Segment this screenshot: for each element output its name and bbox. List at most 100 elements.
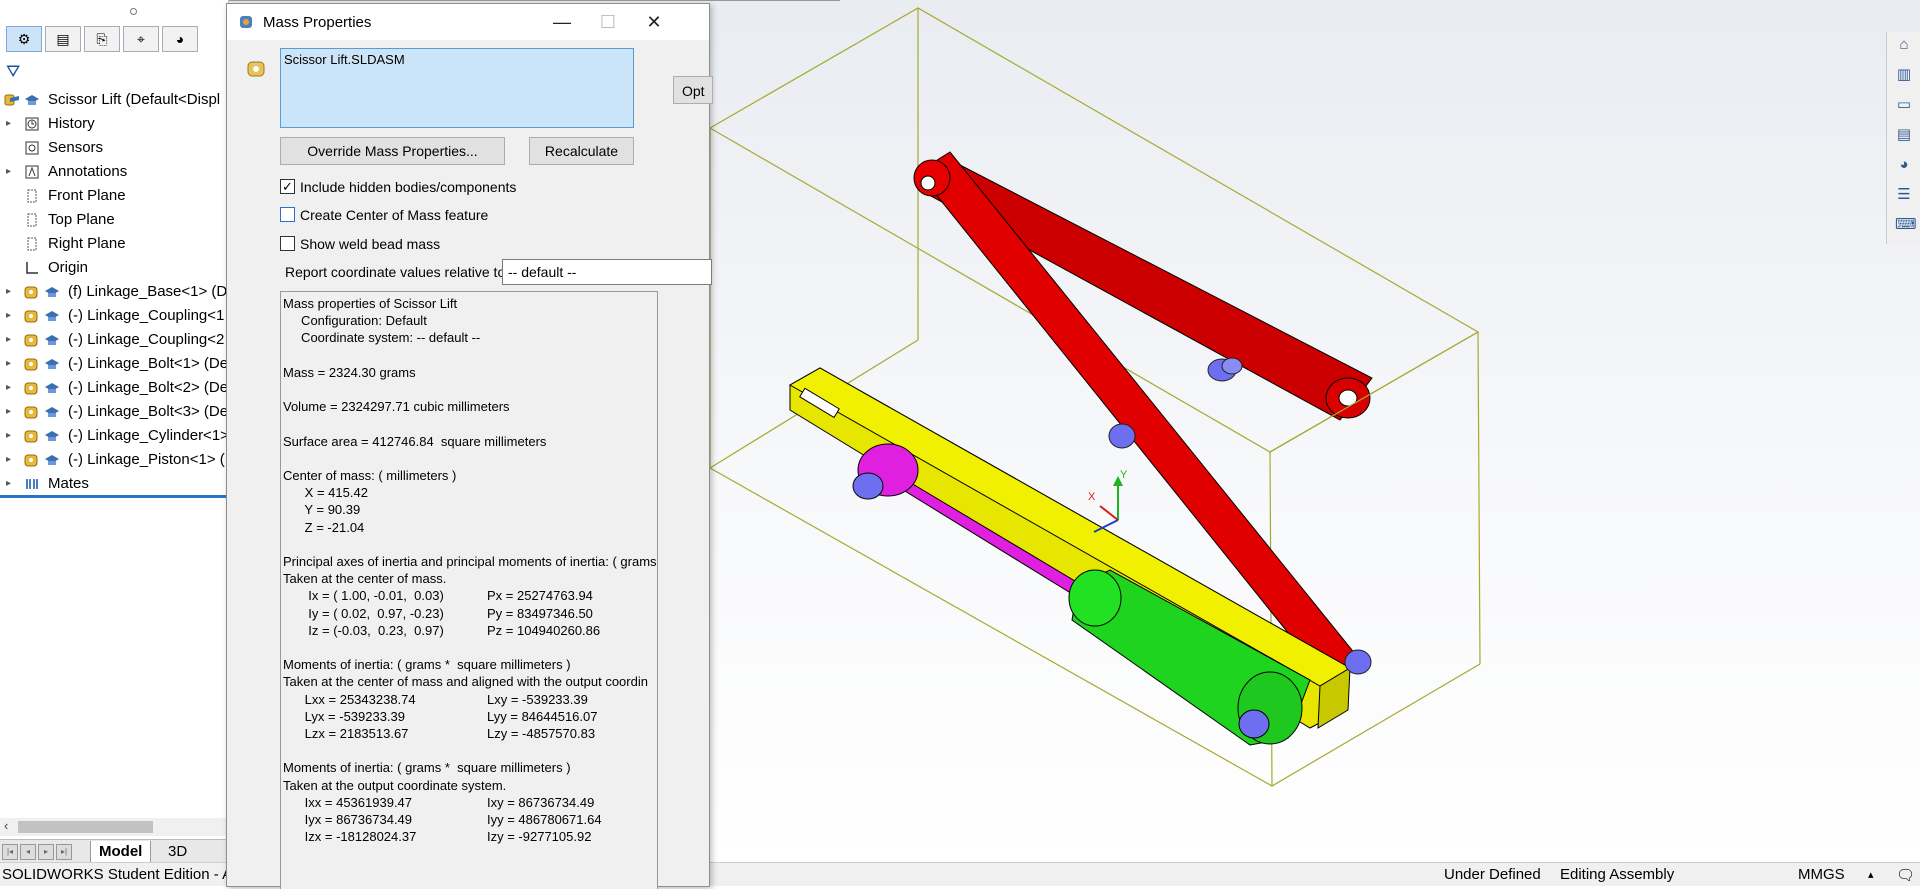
first-tab-icon[interactable]: |◂ (2, 844, 18, 860)
tree-item[interactable]: ▸ Annotations (0, 160, 228, 184)
history-icon (24, 116, 40, 132)
tree-item-label: Sensors (48, 139, 104, 156)
tree-item[interactable]: Sensors (0, 136, 228, 160)
expand-arrow-icon[interactable]: ▸ (6, 448, 11, 472)
expand-arrow-icon[interactable]: ▸ (6, 160, 11, 184)
tree-item[interactable]: Front Plane (0, 184, 228, 208)
feature-manager-tab-icon[interactable]: ⚙ (6, 26, 42, 52)
create-com-label: Create Center of Mass feature (300, 207, 489, 223)
units-chevron-icon[interactable]: ▴ (1868, 868, 1874, 881)
configuration-manager-tab-icon[interactable]: ⎘ (84, 26, 120, 52)
assembly-cap-icon (44, 284, 60, 300)
result-line: Volume = 2324297.71 cubic millimeters (283, 399, 510, 415)
expand-arrow-icon[interactable]: ▸ (6, 112, 11, 136)
assembly-cap-icon (44, 332, 60, 348)
bolt-middle[interactable] (1108, 423, 1136, 449)
tree-item[interactable]: Right Plane (0, 232, 228, 256)
mass-properties-dialog: Mass Properties — ☐ ✕ Scissor Lift.SLDAS… (226, 3, 713, 889)
tree-item[interactable]: ▸ (-) Linkage_Bolt<3> (De (0, 400, 228, 424)
tab-model[interactable]: Model (90, 841, 152, 863)
tree-item[interactable]: ▸ (-) Linkage_Coupling<2 (0, 328, 228, 352)
include-hidden-label: Include hidden bodies/components (300, 179, 517, 195)
property-manager-tab-icon[interactable]: ▤ (45, 26, 81, 52)
help-bubble-icon[interactable]: 🗨 (1896, 866, 1915, 884)
tree-item-label: (f) Linkage_Base<1> (D (68, 283, 228, 300)
override-mass-properties-button[interactable]: Override Mass Properties... (280, 137, 505, 165)
expand-arrow-icon[interactable]: ▸ (6, 352, 11, 376)
tree-item[interactable]: ▸ (f) Linkage_Base<1> (D (0, 280, 228, 304)
result-line: Taken at the center of mass and aligned … (283, 674, 648, 690)
maximize-icon[interactable]: ☐ (585, 6, 631, 38)
scroll-left-icon[interactable]: ‹ (4, 818, 8, 833)
coordinate-system-select[interactable]: -- default -- (502, 259, 712, 285)
mass-properties-results[interactable]: Mass properties of Scissor Lift Configur… (280, 291, 658, 889)
bolt-back[interactable] (1207, 357, 1243, 382)
expand-arrow-icon[interactable]: ▸ (6, 280, 11, 304)
tree-rollback-bar[interactable] (0, 495, 228, 498)
result-line: X = 415.42 (283, 485, 368, 501)
last-tab-icon[interactable]: ▸| (56, 844, 72, 860)
expand-arrow-icon[interactable]: ▸ (6, 400, 11, 424)
tree-item[interactable]: ▸ (-) Linkage_Cylinder<1> (0, 424, 228, 448)
filter-icon[interactable]: ⛛ (6, 62, 20, 82)
include-hidden-checkbox[interactable]: ✓ (280, 179, 295, 194)
tree-item[interactable]: ▸ (-) Linkage_Bolt<2> (De (0, 376, 228, 400)
result-line: Iyx = 86736734.49 (283, 812, 413, 827)
selected-item[interactable]: Scissor Lift.SLDASM (284, 52, 405, 67)
tree-item-label: Right Plane (48, 235, 126, 252)
scrollbar-thumb[interactable] (18, 821, 153, 833)
tree-item[interactable]: ▸ (-) Linkage_Bolt<1> (De (0, 352, 228, 376)
weld-bead-label: Show weld bead mass (300, 236, 441, 252)
weld-bead-checkbox[interactable] (280, 236, 295, 251)
tree-item[interactable]: Scissor Lift (Default<Displ (0, 88, 228, 112)
home-icon[interactable]: ⌂ (1895, 36, 1913, 54)
plane-icon (24, 236, 40, 252)
options-button[interactable]: Opt (673, 76, 713, 104)
bolt-front-right[interactable] (1344, 649, 1372, 675)
recalculate-button[interactable]: Recalculate (529, 137, 634, 165)
expand-arrow-icon[interactable]: ▸ (6, 424, 11, 448)
file-explorer-icon[interactable]: ▭ (1895, 96, 1913, 114)
result-line: Moments of inertia: ( grams * square mil… (283, 657, 571, 673)
result-line: Izx = -18128024.37 (283, 829, 417, 845)
tree-item[interactable]: ▸ (-) Linkage_Coupling<1 (0, 304, 228, 328)
result-line: Taken at the center of mass. (283, 571, 447, 587)
status-units[interactable]: MMGS (1798, 866, 1845, 883)
next-tab-icon[interactable]: ▸ (38, 844, 54, 860)
dimxpert-manager-tab-icon[interactable]: ⌖ (123, 26, 159, 52)
tree-item[interactable]: ▸ History (0, 112, 228, 136)
minimize-icon[interactable]: — (539, 6, 585, 38)
plane-icon (24, 212, 40, 228)
resources-icon[interactable]: ▥ (1895, 66, 1913, 84)
forum-icon[interactable]: ⌨ (1895, 216, 1917, 234)
horizontal-scrollbar[interactable]: ‹ (0, 818, 228, 836)
tree-item[interactable]: ▸ (-) Linkage_Piston<1> ( (0, 448, 228, 472)
selected-items-list[interactable]: Scissor Lift.SLDASM (280, 48, 634, 128)
view-palette-icon[interactable]: ▤ (1895, 126, 1913, 144)
tree-item[interactable]: Origin (0, 256, 228, 280)
component-icon (24, 308, 40, 324)
panel-grip[interactable] (130, 8, 137, 15)
tree-item[interactable]: Top Plane (0, 208, 228, 232)
expand-arrow-icon[interactable]: ▸ (6, 328, 11, 352)
tree-item[interactable]: ▸ Mates (0, 472, 228, 496)
component-icon (24, 452, 40, 468)
expand-arrow-icon[interactable]: ▸ (6, 304, 11, 328)
expand-arrow-icon[interactable]: ▸ (6, 472, 11, 496)
create-com-checkbox[interactable] (280, 207, 295, 222)
annotations-icon (24, 164, 40, 180)
tab-3d-view[interactable]: 3D View (160, 841, 228, 881)
display-manager-tab-icon[interactable]: ◕ (162, 26, 198, 52)
custom-properties-icon[interactable]: ☰ (1895, 186, 1913, 204)
expand-arrow-icon[interactable]: ▸ (6, 376, 11, 400)
result-line: Surface area = 412746.84 square millimet… (283, 433, 547, 449)
result-value-col2: Py = 83497346.50 (487, 605, 593, 621)
feature-manager-panel: ⚙ ▤ ⎘ ⌖ ◕ ⛛ Scissor Lift (Default<Displ ▸… (0, 0, 229, 881)
prev-tab-icon[interactable]: ◂ (20, 844, 36, 860)
result-line: Lxx = 25343238.74 (283, 691, 416, 707)
assembly-cap-icon (44, 452, 60, 468)
appearances-icon[interactable]: ◕ (1895, 156, 1913, 174)
close-icon[interactable]: ✕ (631, 6, 677, 38)
status-definition-state: Under Defined (1444, 866, 1541, 883)
dialog-titlebar[interactable]: Mass Properties — ☐ ✕ (227, 4, 709, 40)
